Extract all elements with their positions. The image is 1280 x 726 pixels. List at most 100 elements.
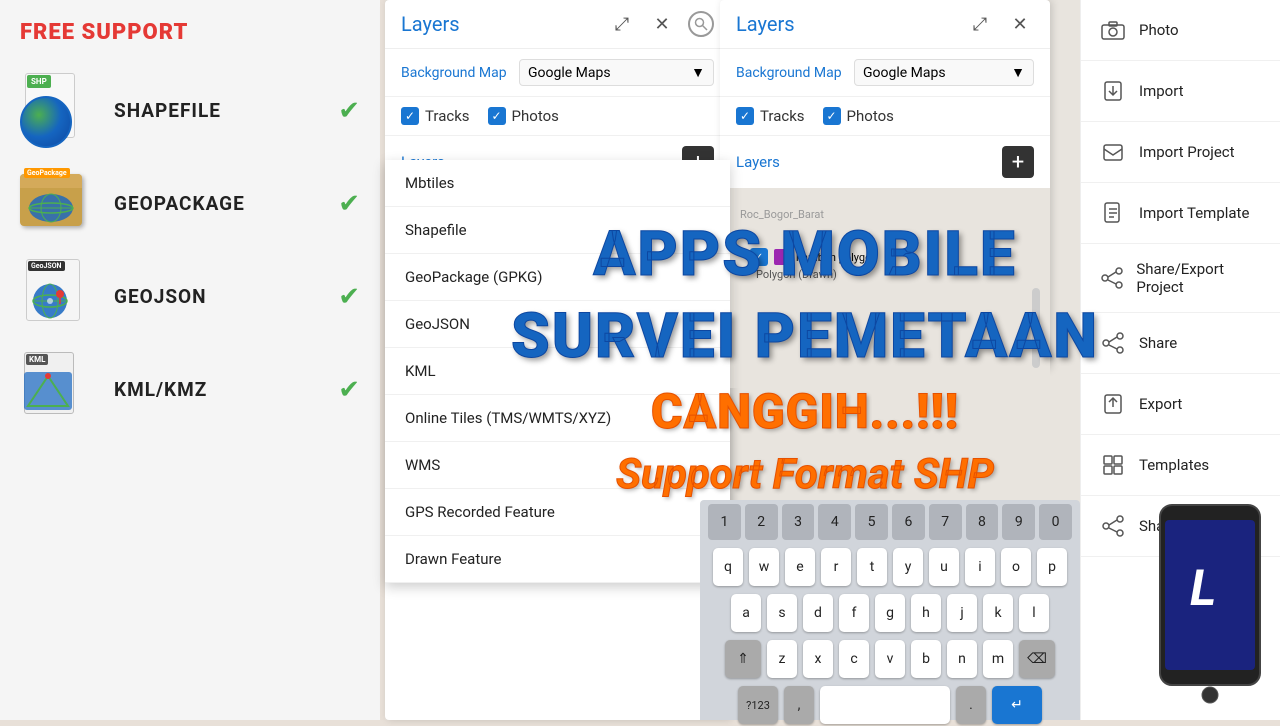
key-x[interactable]: x [803, 640, 833, 678]
panel-header-2: Layers ⤢ ✕ [720, 0, 1050, 49]
background-map-label-2: Background Map [736, 65, 846, 81]
photos-checkbox[interactable]: ✓ Photos [488, 107, 559, 125]
tracks-label-2: Tracks [760, 107, 805, 125]
background-map-dropdown-2[interactable]: Google Maps ▼ [854, 59, 1034, 86]
menu-item-drawn-feature[interactable]: Drawn Feature [385, 536, 730, 583]
key-r[interactable]: r [821, 548, 851, 586]
key-m[interactable]: m [983, 640, 1013, 678]
photos-checkbox-2[interactable]: ✓ Photos [823, 107, 894, 125]
background-map-value: Google Maps [528, 65, 611, 81]
import-template-label: Import Template [1139, 204, 1249, 222]
right-menu-item-import[interactable]: Import [1081, 61, 1280, 122]
right-menu-item-templates[interactable]: Templates [1081, 435, 1280, 496]
layers-panel-2: Layers ⤢ ✕ Background Map Google Maps ▼ … [720, 0, 1050, 370]
menu-item-shapefile[interactable]: Shapefile [385, 207, 730, 254]
key-c[interactable]: c [839, 640, 869, 678]
menu-item-kml[interactable]: KML [385, 348, 730, 395]
key-z[interactable]: z [767, 640, 797, 678]
menu-item-geopackage[interactable]: GeoPackage (GPKG) [385, 254, 730, 301]
right-menu-item-import-template[interactable]: Import Template [1081, 183, 1280, 244]
background-map-dropdown[interactable]: Google Maps ▼ [519, 59, 714, 86]
tracks-checkbox[interactable]: ✓ Tracks [401, 107, 470, 125]
key-shift[interactable]: ⇑ [725, 640, 761, 678]
key-backspace[interactable]: ⌫ [1019, 640, 1055, 678]
key-n[interactable]: n [947, 640, 977, 678]
panel-title-1: Layers [401, 12, 460, 36]
key-v[interactable]: v [875, 640, 905, 678]
key-d[interactable]: d [803, 594, 833, 632]
key-comma[interactable]: , [784, 686, 814, 724]
export-icon [1099, 390, 1127, 418]
geopackage-icon: GeoPackage [20, 166, 100, 241]
background-map-value-2: Google Maps [863, 65, 946, 81]
key-s[interactable]: s [767, 594, 797, 632]
right-menu-item-share-export[interactable]: Share/Export Project [1081, 244, 1280, 313]
menu-item-wms[interactable]: WMS [385, 442, 730, 489]
key-b[interactable]: b [911, 640, 941, 678]
share-label: Share [1139, 334, 1177, 352]
templates-label: Templates [1139, 456, 1209, 474]
key-t[interactable]: t [857, 548, 887, 586]
key-g[interactable]: g [875, 594, 905, 632]
close-icon[interactable]: ✕ [648, 10, 676, 38]
expand-icon[interactable]: ⤢ [608, 10, 636, 38]
key-o[interactable]: o [1001, 548, 1031, 586]
key-8[interactable]: 8 [966, 504, 999, 540]
menu-item-online-tiles[interactable]: Online Tiles (TMS/WMTS/XYZ) [385, 395, 730, 442]
checkbox-group-2: ✓ Tracks ✓ Photos [736, 107, 894, 125]
key-y[interactable]: y [893, 548, 923, 586]
key-u[interactable]: u [929, 548, 959, 586]
key-e[interactable]: e [785, 548, 815, 586]
geojson-icon: GeoJSON [20, 259, 100, 334]
key-f[interactable]: f [839, 594, 869, 632]
key-a[interactable]: a [731, 594, 761, 632]
tracks-checkbox-2[interactable]: ✓ Tracks [736, 107, 805, 125]
key-5[interactable]: 5 [855, 504, 888, 540]
key-7[interactable]: 7 [929, 504, 962, 540]
close-icon-2[interactable]: ✕ [1006, 10, 1034, 38]
key-4[interactable]: 4 [818, 504, 851, 540]
key-6[interactable]: 6 [892, 504, 925, 540]
right-menu-item-photo[interactable]: Photo [1081, 0, 1280, 61]
key-j[interactable]: j [947, 594, 977, 632]
add-layer-dropdown: Mbtiles Shapefile GeoPackage (GPKG) GeoJ… [385, 160, 730, 583]
key-1[interactable]: 1 [708, 504, 741, 540]
tracks-label: Tracks [425, 107, 470, 125]
key-0[interactable]: 0 [1039, 504, 1072, 540]
key-9[interactable]: 9 [1002, 504, 1035, 540]
search-icon[interactable] [688, 11, 714, 37]
kml-badge: KML [26, 354, 48, 365]
share-export-project-label: Share/Export Project [1136, 260, 1262, 296]
keyboard-z-row: ⇑ z x c v b n m ⌫ [700, 634, 1080, 680]
geojson-badge: GeoJSON [28, 261, 65, 271]
key-symbols[interactable]: ?123 [738, 686, 778, 724]
key-i[interactable]: i [965, 548, 995, 586]
key-3[interactable]: 3 [782, 504, 815, 540]
add-layer-button-2[interactable]: + [1002, 146, 1034, 178]
key-q[interactable]: q [713, 548, 743, 586]
free-support-label: FREE SUPPORT [20, 20, 360, 45]
menu-item-gps-recorded[interactable]: GPS Recorded Feature [385, 489, 730, 536]
key-p[interactable]: p [1037, 548, 1067, 586]
format-name: GEOPACKAGE [114, 192, 245, 215]
list-item: SHP SHAPEFILE ✔ [20, 73, 360, 148]
menu-item-mbtiles[interactable]: Mbtiles [385, 160, 730, 207]
right-menu-item-import-project[interactable]: Import Project [1081, 122, 1280, 183]
right-menu-item-export[interactable]: Export [1081, 374, 1280, 435]
right-menu-item-share[interactable]: Share [1081, 313, 1280, 374]
key-enter[interactable]: ↵ [992, 686, 1042, 724]
import-project-icon [1099, 138, 1127, 166]
background-map-row: Background Map Google Maps ▼ [385, 49, 730, 97]
key-2[interactable]: 2 [745, 504, 778, 540]
list-item: KML KML/KMZ ✔ [20, 352, 360, 427]
expand-icon-2[interactable]: ⤢ [966, 10, 994, 38]
menu-item-geojson[interactable]: GeoJSON [385, 301, 730, 348]
key-period[interactable]: . [956, 686, 986, 724]
key-h[interactable]: h [911, 594, 941, 632]
templates-icon [1099, 451, 1127, 479]
key-l[interactable]: l [1019, 594, 1049, 632]
key-k[interactable]: k [983, 594, 1013, 632]
key-w[interactable]: w [749, 548, 779, 586]
camera-icon [1099, 16, 1127, 44]
key-space[interactable] [820, 686, 950, 724]
